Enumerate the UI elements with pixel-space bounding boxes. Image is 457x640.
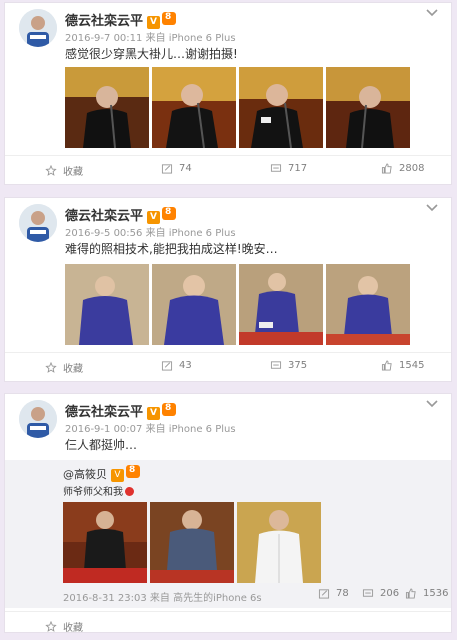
comment-icon (362, 589, 374, 597)
photo[interactable] (63, 502, 147, 583)
repost-meta[interactable]: 2016-8-31 23:03 来自 高先生的iPhone 6s (63, 589, 262, 604)
avatar[interactable] (19, 400, 57, 438)
photo[interactable] (239, 264, 323, 345)
favorite-label: 收藏 (63, 364, 83, 375)
post-meta[interactable]: 2016-9-5 00:56 来自 iPhone 6 Plus (65, 224, 236, 239)
member-icon (162, 207, 177, 220)
repost-button[interactable]: 43 (161, 360, 192, 371)
verified-icon: V (111, 469, 124, 482)
like-count: 1545 (399, 360, 425, 371)
comment-icon (270, 361, 282, 369)
like-button[interactable]: 2808 (381, 163, 424, 174)
comment-count: 206 (380, 588, 400, 599)
favorite-button[interactable]: 收藏 (45, 360, 83, 375)
repost-count: 78 (336, 588, 349, 599)
repost-count: 74 (179, 163, 192, 174)
favorite-button[interactable]: 收藏 (45, 163, 83, 178)
photo[interactable] (239, 67, 323, 148)
member-icon (162, 403, 177, 416)
repost-author[interactable]: @高筱贝 (63, 468, 107, 481)
star-icon (45, 362, 57, 373)
thumbs-up-icon (405, 588, 416, 599)
photo[interactable] (326, 264, 410, 345)
post-card-1: 德云社栾云平V 2016-9-7 00:11 来自 iPhone 6 Plus … (4, 2, 452, 185)
photo-grid (63, 502, 321, 583)
chevron-down-icon[interactable] (425, 8, 439, 18)
avatar[interactable] (19, 204, 57, 242)
post-meta[interactable]: 2016-9-1 00:07 来自 iPhone 6 Plus (65, 420, 236, 435)
repost-repost-button[interactable]: 78 (318, 588, 349, 599)
post-text: 难得的照相技术,能把我拍成这样!晚安… (65, 242, 278, 256)
repost-button[interactable]: 74 (161, 163, 192, 174)
post-footer: 收藏 74 717 2808 (5, 155, 451, 184)
photo-grid (65, 67, 410, 148)
chevron-down-icon[interactable] (425, 203, 439, 213)
member-icon (126, 465, 140, 478)
repost-icon (161, 164, 173, 174)
heart-icon (125, 487, 134, 496)
post-footer: 收藏 43 375 1545 (5, 352, 451, 381)
photo[interactable] (237, 502, 321, 583)
post-meta[interactable]: 2016-9-7 00:11 来自 iPhone 6 Plus (65, 29, 236, 44)
photo[interactable] (326, 67, 410, 148)
verified-icon: V (147, 16, 161, 29)
repost-text: 师爷师父和我 (63, 487, 123, 498)
post-card-3: 德云社栾云平V 2016-9-1 00:07 来自 iPhone 6 Plus … (4, 393, 452, 634)
repost-icon (318, 589, 330, 599)
photo[interactable] (65, 264, 149, 345)
post-text: 感觉很少穿黑大褂儿…谢谢拍摄! (65, 47, 238, 61)
comment-button[interactable]: 375 (270, 360, 307, 371)
repost-like-button[interactable]: 1536 (405, 588, 448, 599)
photo[interactable] (65, 67, 149, 148)
photo[interactable] (150, 502, 234, 583)
like-count: 1536 (423, 588, 449, 599)
author-name[interactable]: 德云社栾云平 (65, 14, 143, 29)
comment-icon (270, 164, 282, 172)
comment-count: 375 (288, 360, 308, 371)
author-name[interactable]: 德云社栾云平 (65, 209, 143, 224)
repost-count: 43 (179, 360, 192, 371)
repost-icon (161, 361, 173, 371)
favorite-button[interactable]: 收藏 (45, 619, 83, 634)
star-icon (45, 165, 57, 176)
post-text: 仨人都挺帅… (65, 438, 138, 452)
favorite-label: 收藏 (63, 623, 83, 634)
member-icon (162, 12, 177, 25)
thumbs-up-icon (381, 360, 392, 371)
chevron-down-icon[interactable] (425, 399, 439, 409)
post-card-2: 德云社栾云平V 2016-9-5 00:56 来自 iPhone 6 Plus … (4, 197, 452, 382)
repost-comment-button[interactable]: 206 (362, 588, 399, 599)
verified-icon: V (147, 407, 161, 420)
like-count: 2808 (399, 163, 425, 174)
avatar[interactable] (19, 9, 57, 47)
author-name[interactable]: 德云社栾云平 (65, 405, 143, 420)
photo[interactable] (152, 264, 236, 345)
comment-count: 717 (288, 163, 308, 174)
photo[interactable] (152, 67, 236, 148)
comment-button[interactable]: 717 (270, 163, 307, 174)
reposted-content: @高筱贝 V 师爷师父和我 2016-8-31 23:03 来自 高先生的iPho… (5, 460, 451, 608)
post-footer: 收藏 (5, 611, 451, 640)
verified-icon: V (147, 211, 161, 224)
like-button[interactable]: 1545 (381, 360, 424, 371)
favorite-label: 收藏 (63, 167, 83, 178)
photo-grid (65, 264, 410, 345)
thumbs-up-icon (381, 163, 392, 174)
